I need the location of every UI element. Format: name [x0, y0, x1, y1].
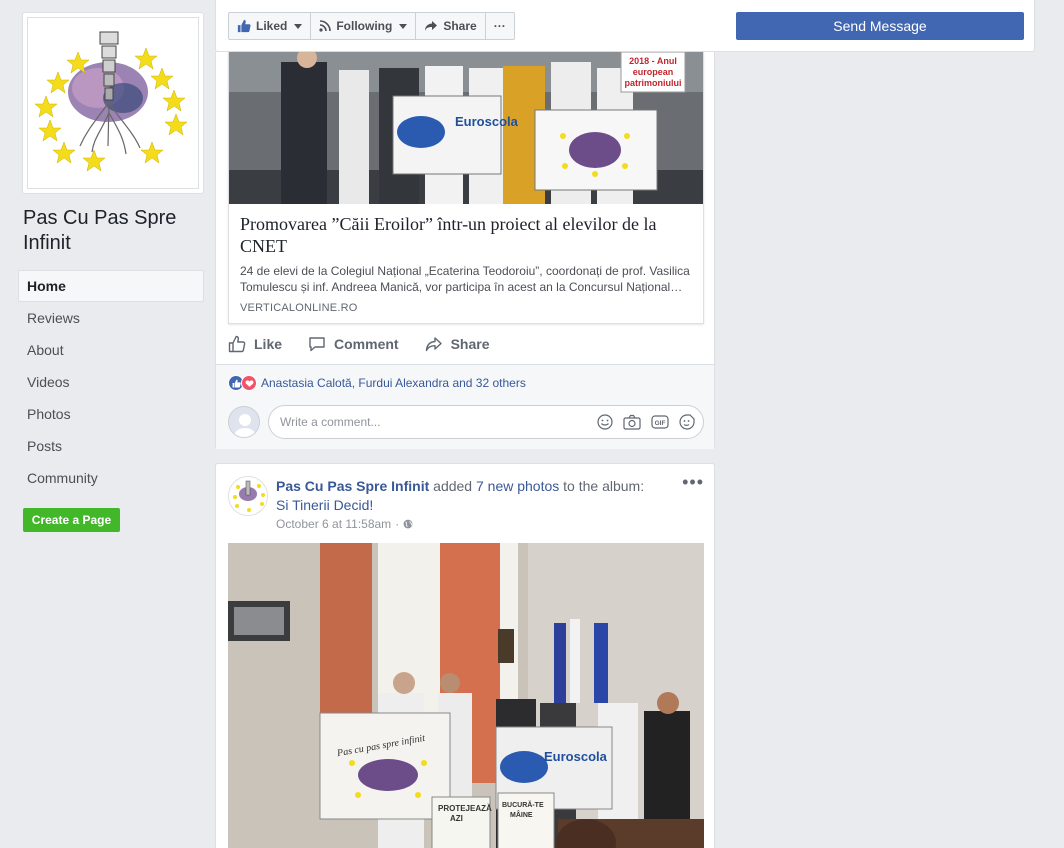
like-label: Like	[254, 336, 283, 352]
nav-item-community[interactable]: Community	[18, 462, 204, 494]
camera-icon[interactable]	[623, 414, 641, 430]
page-title[interactable]: Pas Cu Pas Spre Infinit	[23, 206, 203, 256]
new-photos-link[interactable]: 7 new photos	[476, 478, 559, 494]
comment-bubble-icon	[309, 337, 325, 352]
rss-icon	[319, 20, 332, 32]
link-title[interactable]: Promovarea ”Căii Eroilor” într-un proiec…	[240, 213, 692, 257]
love-reaction-icon	[241, 375, 257, 391]
like-button[interactable]: Like	[228, 335, 282, 353]
share-page-button[interactable]: Share	[416, 13, 486, 39]
separator-dot: ·	[395, 517, 400, 531]
liked-label: Liked	[256, 19, 288, 33]
nav-item-reviews[interactable]: Reviews	[18, 302, 204, 334]
post-action-text: added	[433, 478, 473, 494]
svg-text:MÂINE: MÂINE	[510, 810, 533, 819]
svg-text:AZI: AZI	[450, 814, 463, 823]
comment-label: Comment	[334, 336, 399, 352]
svg-text:BUCURĂ-TE: BUCURĂ-TE	[502, 800, 544, 809]
more-dots-icon: ···	[493, 19, 506, 33]
following-label: Following	[336, 19, 393, 33]
nav-item-home[interactable]: Home	[18, 270, 204, 302]
post-timestamp[interactable]: October 6 at 11:58am	[276, 517, 391, 531]
gif-icon[interactable]: GIF	[651, 414, 669, 430]
nav-item-posts[interactable]: Posts	[18, 430, 204, 462]
page-profile-picture[interactable]	[22, 12, 204, 194]
svg-text:european: european	[633, 67, 674, 77]
page-logo	[28, 18, 198, 188]
post-timestamp-row: October 6 at 11:58am ·	[276, 517, 413, 531]
comment-input-box: GIF	[268, 405, 704, 439]
liked-button[interactable]: Liked	[229, 13, 312, 39]
svg-text:Euroscola: Euroscola	[544, 749, 608, 764]
following-button[interactable]: Following	[311, 13, 417, 39]
nav-item-about[interactable]: About	[18, 334, 204, 366]
svg-text:2018 - Anul: 2018 - Anul	[629, 56, 677, 66]
share-button[interactable]: Share	[425, 335, 490, 353]
link-source: VERTICALONLINE.RO	[240, 302, 358, 314]
chevron-down-icon	[399, 23, 408, 29]
link-preview[interactable]: 2018 - Anul european patrimoniului Euros…	[228, 52, 704, 324]
nav-item-photos[interactable]: Photos	[18, 398, 204, 430]
post-author[interactable]: Pas Cu Pas Spre Infinit	[276, 478, 429, 494]
reactions-summary[interactable]: Anastasia Calotă, Furdui Alexandra and 3…	[228, 375, 526, 391]
page-nav: Home Reviews About Videos Photos Posts C…	[18, 270, 204, 494]
send-message-button[interactable]: Send Message	[736, 12, 1024, 40]
share-label: Share	[450, 336, 490, 352]
share-arrow-icon	[425, 337, 442, 352]
svg-text:GIF: GIF	[655, 420, 666, 427]
thumbs-up-outline-icon	[228, 335, 246, 353]
more-options-button[interactable]: ···	[486, 13, 514, 39]
page-action-bar: Liked Following Share ··· Send Message	[215, 0, 1035, 52]
link-description: 24 de elevi de la Colegiul Național „Eca…	[240, 264, 690, 294]
post-card: Pas Cu Pas Spre Infinit added 7 new phot…	[215, 463, 715, 848]
link-preview-image: 2018 - Anul european patrimoniului Euros…	[229, 52, 703, 204]
svg-text:patrimoniului: patrimoniului	[625, 78, 682, 88]
euroscola-sign: Euroscola	[455, 114, 519, 129]
user-avatar	[228, 406, 260, 438]
share-label: Share	[443, 19, 477, 33]
nav-item-videos[interactable]: Videos	[18, 366, 204, 398]
post-photo[interactable]: Pas cu pas spre infinit Euroscola PROTEJ…	[228, 543, 704, 848]
post-options-icon[interactable]: •••	[682, 473, 704, 491]
thumbs-up-icon	[237, 19, 251, 33]
reactions-names[interactable]: Anastasia Calotă, Furdui Alexandra and 3…	[261, 376, 526, 390]
post-header: Pas Cu Pas Spre Infinit added 7 new phot…	[276, 477, 676, 515]
globe-icon[interactable]	[403, 519, 413, 529]
page-action-buttons: Liked Following Share ···	[228, 12, 515, 40]
to-album-text: to the album:	[563, 478, 645, 494]
comment-composer: GIF	[228, 405, 704, 439]
banner-sign: 2018 - Anul european patrimoniului	[620, 52, 686, 93]
album-link[interactable]: Si Tinerii Decid!	[276, 497, 373, 513]
post-card: 2018 - Anul european patrimoniului Euros…	[215, 52, 715, 449]
create-page-button[interactable]: Create a Page	[23, 508, 120, 532]
page-avatar[interactable]	[228, 476, 268, 516]
emoji-icon[interactable]	[597, 414, 613, 430]
reactions-and-comments: Anastasia Calotă, Furdui Alexandra and 3…	[216, 364, 714, 449]
svg-text:PROTEJEAZĂ: PROTEJEAZĂ	[438, 804, 492, 813]
post-actions: Like Comment Share	[228, 332, 490, 356]
share-arrow-icon	[425, 21, 438, 31]
comment-button[interactable]: Comment	[308, 335, 399, 353]
chevron-down-icon	[294, 23, 303, 29]
sticker-icon[interactable]	[679, 414, 695, 430]
comment-input[interactable]	[280, 415, 597, 429]
photo-sign-project: Pas cu pas spre infinit	[319, 712, 451, 820]
